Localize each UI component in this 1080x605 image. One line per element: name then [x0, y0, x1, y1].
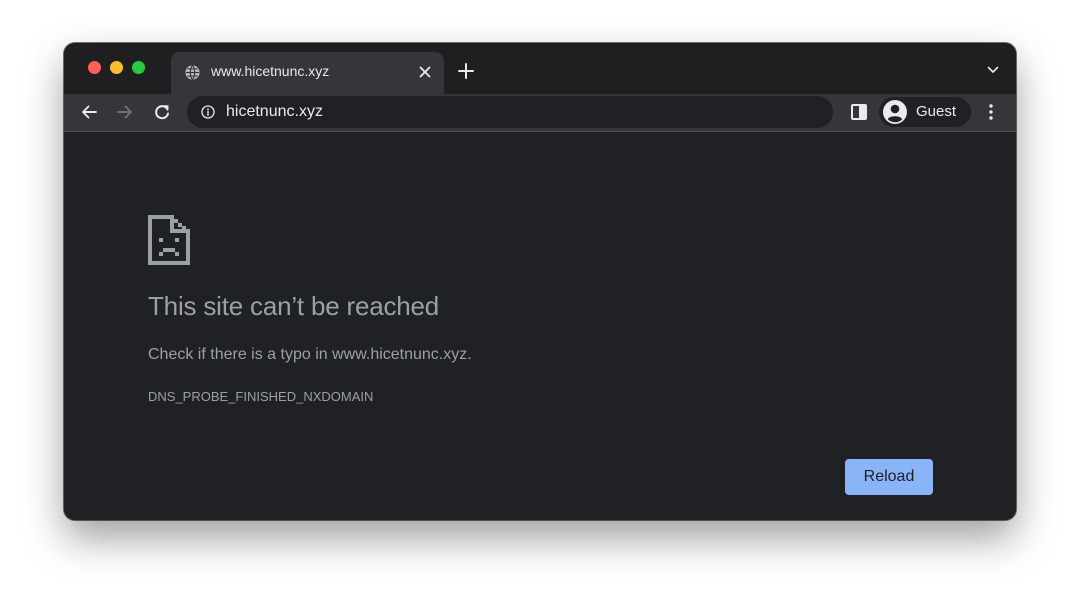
error-suggestion: Check if there is a typo in www.hicetnun…: [148, 346, 472, 363]
error-code: DNS_PROBE_FINISHED_NXDOMAIN: [148, 389, 374, 404]
maximize-window-button[interactable]: [132, 61, 145, 74]
side-panel-icon[interactable]: [851, 104, 867, 120]
url-text[interactable]: hicetnunc.xyz: [226, 103, 323, 121]
globe-icon: [185, 65, 200, 80]
arrow-left-icon[interactable]: [79, 102, 99, 122]
error-heading: This site can’t be reached: [148, 291, 440, 321]
profile-button[interactable]: Guest: [879, 97, 971, 127]
tab-title: www.hicetnunc.xyz: [211, 63, 330, 79]
tab-strip: www.hicetnunc.xyz: [64, 43, 1016, 94]
reload-icon[interactable]: [152, 102, 172, 122]
info-icon[interactable]: [201, 105, 215, 119]
reload-button[interactable]: Reload: [845, 459, 933, 495]
error-page: This site can’t be reached Check if ther…: [64, 132, 1016, 520]
plus-icon[interactable]: [457, 62, 475, 80]
chevron-down-icon[interactable]: [987, 66, 999, 74]
browser-window: www.hicetnunc.xyz hicetnunc.xyz Guest Th…: [64, 43, 1016, 520]
address-bar[interactable]: hicetnunc.xyz: [187, 96, 833, 128]
close-window-button[interactable]: [88, 61, 101, 74]
arrow-right-icon[interactable]: [115, 102, 135, 122]
profile-name: Guest: [916, 103, 957, 120]
toolbar: hicetnunc.xyz Guest: [64, 94, 1016, 131]
sad-document-icon: [148, 215, 190, 265]
avatar-icon: [883, 100, 907, 124]
minimize-window-button[interactable]: [110, 61, 123, 74]
kebab-menu-icon[interactable]: [984, 102, 998, 122]
tab-active[interactable]: www.hicetnunc.xyz: [171, 52, 444, 94]
close-icon[interactable]: [416, 63, 434, 81]
